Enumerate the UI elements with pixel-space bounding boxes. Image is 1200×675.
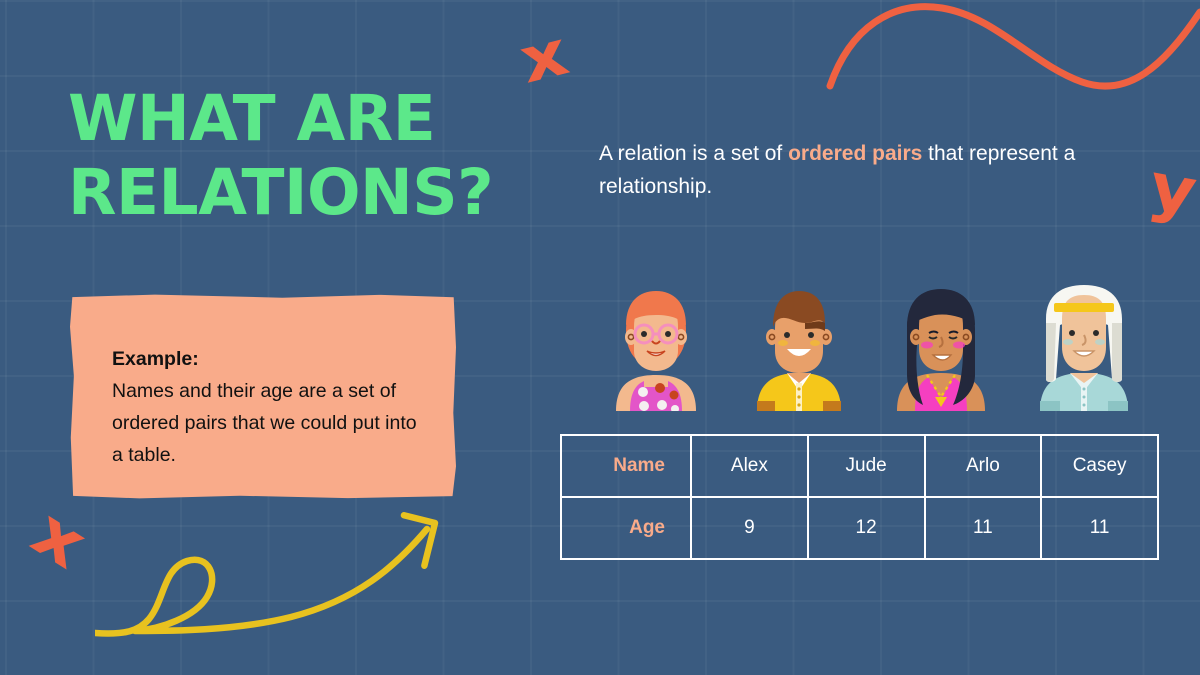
example-card: Example: Names and their age are a set of… xyxy=(70,294,456,499)
decorative-letter-y-right: y xyxy=(1143,149,1200,231)
decorative-wave-line xyxy=(826,3,1200,90)
table-cell: 11 xyxy=(923,496,1043,560)
decorative-letter-x-bottom: x xyxy=(19,493,100,584)
lead-text-highlight: ordered pairs xyxy=(788,142,923,165)
table-row-header-age: Age xyxy=(560,496,692,560)
table-row: Name Alex Jude Arlo Casey xyxy=(560,434,1159,498)
person-keffiyeh-avatar xyxy=(1039,285,1128,411)
table-cell: 11 xyxy=(1040,496,1159,560)
example-card-label: Example: xyxy=(112,348,199,370)
example-card-text: Example: Names and their age are a set of… xyxy=(112,344,420,472)
table-cell: Alex xyxy=(690,434,809,498)
person-girl-longhair-avatar xyxy=(897,289,986,411)
example-card-body: Names and their age are a set of ordered… xyxy=(112,379,417,466)
table-cell: Casey xyxy=(1040,434,1159,498)
lead-paragraph: A relation is a set of ordered pairs tha… xyxy=(599,138,1089,203)
table-row: Age 9 12 11 11 xyxy=(560,496,1159,560)
table-cell: Jude xyxy=(806,434,926,498)
relation-table: Name Alex Jude Arlo Casey Age 9 12 11 11 xyxy=(560,434,1159,560)
decorative-curved-arrow xyxy=(95,512,439,637)
table-row-header-name: Name xyxy=(560,434,692,498)
page-title: WHAT ARE RELATIONS? xyxy=(68,82,494,229)
lead-text-part1: A relation is a set of xyxy=(599,142,789,165)
person-girl-glasses-avatar xyxy=(616,291,696,411)
people-illustration-row xyxy=(600,276,1140,411)
slide-canvas: x y x WHAT ARE RELATIONS? Example: Names … xyxy=(0,0,1200,675)
table-cell: 12 xyxy=(806,496,926,560)
table-cell: Arlo xyxy=(923,434,1043,498)
table-cell: 9 xyxy=(690,496,809,560)
person-boy-yellow-avatar xyxy=(756,291,841,411)
